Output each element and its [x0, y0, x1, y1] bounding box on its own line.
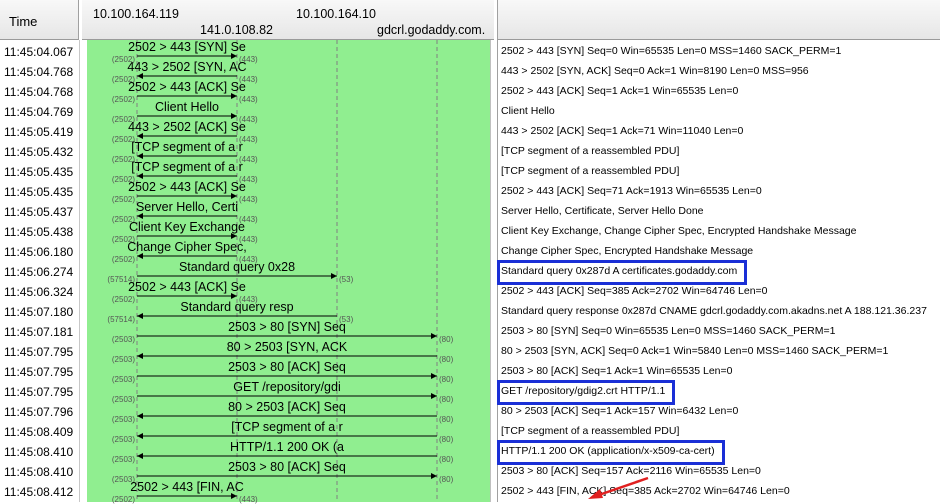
destination-port-label: (443) [239, 495, 258, 504]
highlight-box [497, 440, 725, 465]
time-cell[interactable]: 11:45:06.180 [4, 245, 73, 259]
comment-cell[interactable]: 2502 > 443 [FIN, ACK] Seq=385 Ack=2702 W… [501, 485, 790, 497]
flow-label[interactable]: [TCP segment of a r [127, 420, 447, 434]
time-cell[interactable]: 11:45:07.181 [4, 325, 73, 339]
time-cell[interactable]: 11:45:05.437 [4, 205, 73, 219]
comment-cell[interactable]: 2503 > 80 [ACK] Seq=1 Ack=1 Win=65535 Le… [501, 365, 732, 377]
time-cell[interactable]: 11:45:04.768 [4, 65, 73, 79]
flow-label[interactable]: 2503 > 80 [ACK] Seq [127, 360, 447, 374]
time-cell[interactable]: 11:45:04.768 [4, 85, 73, 99]
time-column-header[interactable]: Time [0, 0, 79, 40]
time-cell[interactable]: 11:45:07.795 [4, 345, 73, 359]
graph-hosts-header: 10.100.164.119 141.0.108.82 10.100.164.1… [82, 0, 494, 40]
comment-cell[interactable]: Standard query response 0x287d CNAME gdc… [501, 305, 927, 317]
comment-column: 2502 > 443 [SYN] Seq=0 Win=65535 Len=0 M… [497, 40, 940, 502]
time-cell[interactable]: 11:45:06.324 [4, 285, 73, 299]
comment-cell[interactable]: Change Cipher Spec, Encrypted Handshake … [501, 245, 753, 257]
flow-label[interactable]: 2502 > 443 [ACK] Se [127, 180, 247, 194]
comment-cell[interactable]: 80 > 2503 [SYN, ACK] Seq=0 Ack=1 Win=584… [501, 345, 888, 357]
flow-label[interactable]: Change Cipher Spec, [127, 240, 247, 254]
time-cell[interactable]: 11:45:07.795 [4, 385, 73, 399]
time-cell[interactable]: 11:45:07.796 [4, 405, 73, 419]
flow-label[interactable]: HTTP/1.1 200 OK (a [127, 440, 447, 454]
comment-column-header[interactable] [497, 0, 940, 40]
comment-cell[interactable]: Client Key Exchange, Change Cipher Spec,… [501, 225, 856, 237]
time-cell[interactable]: 11:45:08.410 [4, 465, 73, 479]
flow-label[interactable]: 2502 > 443 [ACK] Se [127, 280, 247, 294]
flow-label[interactable]: [TCP segment of a r [127, 160, 247, 174]
time-cell[interactable]: 11:45:06.274 [4, 265, 73, 279]
comment-cell[interactable]: 80 > 2503 [ACK] Seq=1 Ack=157 Win=6432 L… [501, 405, 738, 417]
comment-cell[interactable]: 443 > 2502 [ACK] Seq=1 Ack=71 Win=11040 … [501, 125, 743, 137]
time-cell[interactable]: 11:45:08.409 [4, 425, 73, 439]
comment-cell[interactable]: 2502 > 443 [ACK] Seq=385 Ack=2702 Win=64… [501, 285, 768, 297]
comment-cell[interactable]: Server Hello, Certificate, Server Hello … [501, 205, 704, 217]
time-cell[interactable]: 11:45:08.410 [4, 445, 73, 459]
comment-cell[interactable]: 443 > 2502 [SYN, ACK] Seq=0 Ack=1 Win=81… [501, 65, 809, 77]
comment-cell[interactable]: 2502 > 443 [ACK] Seq=71 Ack=1913 Win=655… [501, 185, 762, 197]
comment-cell[interactable]: Client Hello [501, 105, 555, 117]
flow-label[interactable]: 2502 > 443 [FIN, AC [127, 480, 247, 494]
time-cell[interactable]: 11:45:07.795 [4, 365, 73, 379]
comment-cell[interactable]: [TCP segment of a reassembled PDU] [501, 165, 679, 177]
flow-label[interactable]: [TCP segment of a r [127, 140, 247, 154]
flow-label[interactable]: 443 > 2502 [SYN, AC [127, 60, 247, 74]
host-label-3: 10.100.164.10 [296, 7, 376, 21]
flow-label[interactable]: 2503 > 80 [ACK] Seq [127, 460, 447, 474]
flow-label[interactable]: Client Key Exchange [127, 220, 247, 234]
comment-cell[interactable]: 2503 > 80 [ACK] Seq=157 Ack=2116 Win=655… [501, 465, 761, 477]
time-cell[interactable]: 11:45:05.435 [4, 185, 73, 199]
comment-cell[interactable]: 2503 > 80 [SYN] Seq=0 Win=65535 Len=0 MS… [501, 325, 835, 337]
time-cell[interactable]: 11:45:05.432 [4, 145, 73, 159]
time-cell[interactable]: 11:45:05.419 [4, 125, 73, 139]
time-cell[interactable]: 11:45:04.769 [4, 105, 73, 119]
time-cell[interactable]: 11:45:05.435 [4, 165, 73, 179]
host-label-1: 10.100.164.119 [93, 7, 179, 21]
flow-label[interactable]: Client Hello [127, 100, 247, 114]
flow-label[interactable]: GET /repository/gdi [127, 380, 447, 394]
destination-port-label: (80) [439, 475, 454, 484]
time-cell[interactable]: 11:45:04.067 [4, 45, 73, 59]
comment-cell[interactable]: [TCP segment of a reassembled PDU] [501, 425, 679, 437]
time-cell[interactable]: 11:45:07.180 [4, 305, 73, 319]
time-header-label: Time [9, 14, 38, 29]
destination-port-label: (53) [339, 275, 354, 284]
comment-cell[interactable]: [TCP segment of a reassembled PDU] [501, 145, 679, 157]
highlight-box [497, 260, 747, 285]
flow-label[interactable]: Standard query 0x28 [127, 260, 347, 274]
comment-cell[interactable]: 2502 > 443 [ACK] Seq=1 Ack=1 Win=65535 L… [501, 85, 738, 97]
comment-cell[interactable]: 2502 > 443 [SYN] Seq=0 Win=65535 Len=0 M… [501, 45, 841, 57]
time-cell[interactable]: 11:45:05.438 [4, 225, 73, 239]
flow-label[interactable]: 2502 > 443 [SYN] Se [127, 40, 247, 54]
flow-label[interactable]: 2503 > 80 [SYN] Seq [127, 320, 447, 334]
flow-label[interactable]: Standard query resp [127, 300, 347, 314]
flow-label[interactable]: Server Hello, Certi [127, 200, 247, 214]
flow-label[interactable]: 443 > 2502 [ACK] Se [127, 120, 247, 134]
pane-divider[interactable] [490, 40, 497, 502]
flow-label[interactable]: 80 > 2503 [ACK] Seq [127, 400, 447, 414]
host-label-2: 141.0.108.82 [200, 23, 273, 37]
host-label-4: gdcrl.godaddy.com. [377, 23, 486, 37]
highlight-box [497, 380, 675, 405]
flow-label[interactable]: 80 > 2503 [SYN, ACK [127, 340, 447, 354]
flow-graph-area[interactable]: 2502 > 443 [SYN] Se (2502) (443) 443 > 2502… [87, 40, 490, 504]
source-port-label: (2502) [111, 495, 135, 504]
time-column: 11:45:04.067 11:45:04.768 11:45:04.768 11:4… [0, 40, 80, 502]
time-cell[interactable]: 11:45:08.412 [4, 485, 73, 499]
flow-label[interactable]: 2502 > 443 [ACK] Se [127, 80, 247, 94]
